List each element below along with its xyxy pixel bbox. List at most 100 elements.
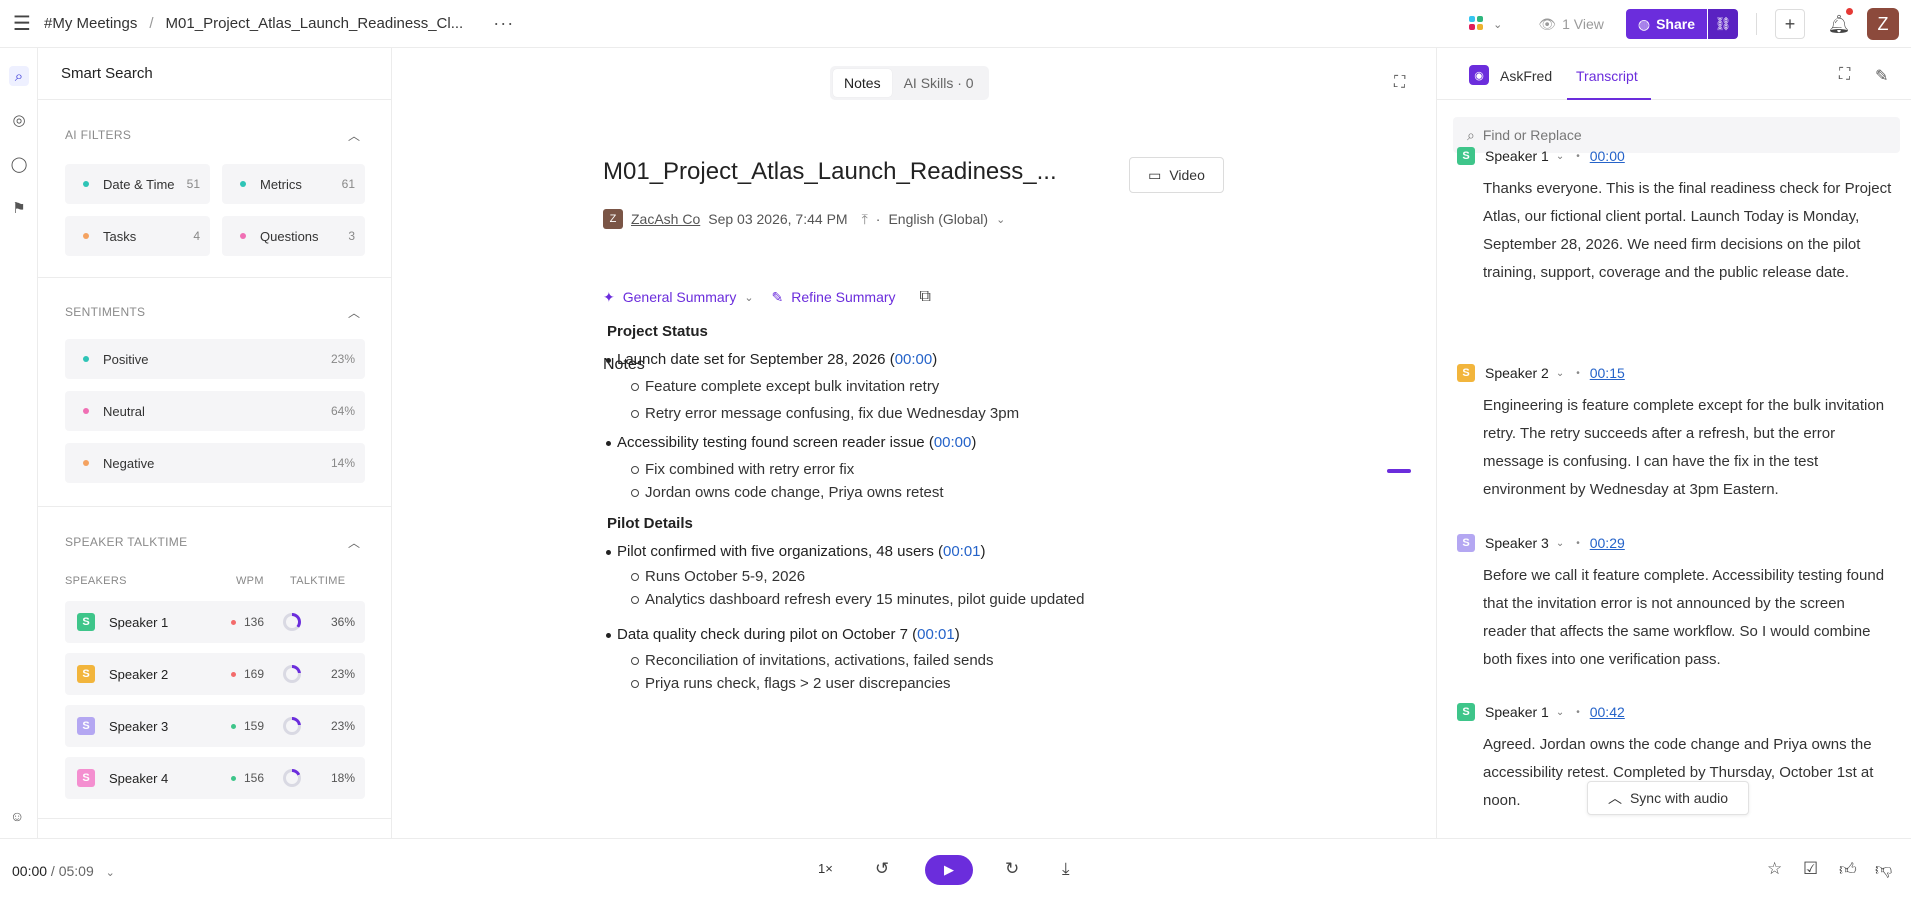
chevron-down-icon[interactable]: ⌄: [1556, 538, 1564, 549]
smiley-icon[interactable]: ☺: [10, 808, 24, 824]
sentiment-negative[interactable]: Negative 14%: [65, 443, 365, 483]
search-icon[interactable]: ⌕: [9, 66, 29, 86]
sentiment-dot: [83, 460, 89, 466]
fullscreen-icon[interactable]: ⛶: [1394, 74, 1405, 92]
copy-icon[interactable]: ⧉: [920, 288, 931, 306]
tab-transcript[interactable]: Transcript: [1576, 68, 1638, 84]
download-icon[interactable]: ⤓: [1062, 859, 1070, 879]
speaker-name[interactable]: Speaker 1: [1485, 704, 1549, 720]
copy-link-button[interactable]: ⛓: [1708, 9, 1738, 39]
note-bullet: Accessibility testing found screen reade…: [605, 434, 977, 451]
chevron-down-icon: ⌄: [1493, 18, 1503, 31]
note-subbullet: Analytics dashboard refresh every 15 min…: [630, 591, 1085, 608]
tab-ai-skills[interactable]: AI Skills · 0: [892, 75, 986, 91]
fullscreen-icon[interactable]: ⛶: [1839, 66, 1850, 84]
more-options-icon[interactable]: ···: [493, 13, 514, 34]
summary-toolbar: ✦ General Summary ⌄ ✎ Refine Summary ⧉: [603, 288, 931, 306]
company-link[interactable]: ZacAsh Co: [631, 211, 700, 227]
filter-chip-metrics[interactable]: Metrics 61: [222, 164, 365, 204]
speaker-name: Speaker 3: [109, 718, 169, 734]
meeting-title[interactable]: M01_Project_Atlas_Launch_Readiness_...: [603, 158, 1057, 186]
speaker-name[interactable]: Speaker 3: [1485, 535, 1549, 551]
collapse-talktime-icon[interactable]: ︿: [348, 534, 360, 551]
forward-icon[interactable]: ↻: [1005, 859, 1019, 879]
audio-player: 00:00 / 05:09 ⌄ 1× ↺ ▶ ↻ ⤓ ☆ ☑ 👍︎ 👎︎: [0, 838, 1911, 901]
edit-icon[interactable]: ✎: [1875, 66, 1888, 86]
chevron-down-icon[interactable]: ⌄: [1556, 151, 1564, 162]
tab-notes[interactable]: Notes: [833, 69, 892, 97]
views-counter[interactable]: 👁 1 View: [1538, 16, 1604, 33]
notifications-button[interactable]: 🔔︎: [1827, 7, 1853, 35]
add-button[interactable]: +: [1775, 9, 1805, 39]
thumbs-up-icon[interactable]: 👍︎: [1839, 859, 1857, 880]
play-button[interactable]: ▶: [925, 855, 973, 885]
timestamp-link[interactable]: 00:15: [1590, 365, 1625, 381]
star-icon[interactable]: ☆: [1767, 859, 1782, 879]
speaker-badge: S: [77, 613, 95, 631]
speaker-row[interactable]: S Speaker 1 136 36%: [65, 601, 365, 643]
talktime-ring: [283, 665, 301, 683]
timestamp-link[interactable]: 00:01: [943, 543, 981, 560]
language-select[interactable]: English (Global): [888, 211, 988, 227]
talktime-value: 23%: [330, 719, 355, 733]
breadcrumb-workspace[interactable]: #My Meetings: [44, 15, 137, 32]
filter-chip-questions[interactable]: Questions 3: [222, 216, 365, 256]
chat-icon[interactable]: ◯: [9, 154, 29, 174]
collapse-sentiments-icon[interactable]: ︿: [348, 304, 360, 321]
bell-icon: 🔔︎: [1827, 13, 1851, 34]
video-button[interactable]: ▭ Video: [1129, 157, 1224, 193]
upload-icon[interactable]: ⤒: [862, 211, 868, 228]
timestamp-link[interactable]: 00:00: [895, 351, 933, 368]
speaker-name[interactable]: Speaker 2: [1485, 365, 1549, 381]
chevron-down-icon[interactable]: ⌄: [1556, 368, 1564, 379]
talktime-ring: [283, 717, 301, 735]
speaker-row[interactable]: S Speaker 3 159 23%: [65, 705, 365, 747]
filter-chip-date-time[interactable]: Date & Time 51: [65, 164, 210, 204]
timestamp-link[interactable]: 00:00: [1590, 148, 1625, 164]
chevron-down-icon[interactable]: ⌄: [1556, 707, 1564, 718]
talktime-value: 18%: [330, 771, 355, 785]
filter-count: 4: [193, 229, 200, 243]
turn-header: S Speaker 1 ⌄ • 00:00: [1457, 147, 1892, 165]
transcript-panel: ◉ AskFred Transcript ⛶ ✎ ⌕ Find or Repla…: [1436, 48, 1911, 838]
sentiment-neutral[interactable]: Neutral 64%: [65, 391, 365, 431]
filter-chip-tasks[interactable]: Tasks 4: [65, 216, 210, 256]
turn-text: Thanks everyone. This is the final readi…: [1483, 180, 1892, 281]
turn-header: S Speaker 1 ⌄ • 00:42: [1457, 703, 1892, 721]
playback-speed-button[interactable]: 1×: [818, 861, 833, 876]
refine-summary-button[interactable]: Refine Summary: [791, 289, 895, 305]
bullet-close: ): [971, 434, 977, 451]
tab-askfred[interactable]: AskFred: [1500, 68, 1552, 84]
share-button[interactable]: ◍ Share: [1625, 9, 1707, 39]
general-summary-dropdown[interactable]: General Summary: [623, 289, 737, 305]
checkbox-icon[interactable]: ☑: [1803, 859, 1818, 879]
filter-label: Tasks: [103, 228, 137, 244]
speaker-name[interactable]: Speaker 1: [1485, 148, 1549, 164]
sync-with-audio-button[interactable]: ︿ Sync with audio: [1587, 781, 1749, 815]
user-avatar[interactable]: Z: [1867, 8, 1899, 40]
timestamp-link[interactable]: 00:29: [1590, 535, 1625, 551]
share-label: Share: [1656, 16, 1695, 32]
slack-integration-button[interactable]: ⌄: [1469, 16, 1502, 32]
bookmark-icon[interactable]: ⚑: [9, 198, 29, 218]
playback-time[interactable]: 00:00 / 05:09 ⌄: [12, 863, 115, 879]
meeting-meta: Z ZacAsh Co Sep 03 2026, 7:44 PM ⤒ · Eng…: [603, 209, 1005, 229]
speaker-row[interactable]: S Speaker 4 156 18%: [65, 757, 365, 799]
sentiment-dot: [83, 356, 89, 362]
scroll-indicator[interactable]: [1387, 469, 1411, 473]
rewind-icon[interactable]: ↺: [875, 859, 889, 879]
soundwave-icon[interactable]: ◎: [9, 110, 29, 130]
sentiment-positive[interactable]: Positive 23%: [65, 339, 365, 379]
timestamp-link[interactable]: 00:00: [934, 434, 972, 451]
speaker-name: Speaker 1: [109, 614, 169, 630]
timestamp-link[interactable]: 00:42: [1590, 704, 1625, 720]
timestamp-link[interactable]: 00:01: [917, 626, 955, 643]
chevron-down-icon: ⌄: [996, 213, 1006, 226]
breadcrumb-meeting[interactable]: M01_Project_Atlas_Launch_Readiness_Cl...: [166, 15, 464, 32]
speaker-row[interactable]: S Speaker 2 169 23%: [65, 653, 365, 695]
section-heading: Pilot Details: [607, 515, 693, 532]
menu-icon[interactable]: ☰: [0, 11, 44, 36]
collapse-ai-filters-icon[interactable]: ︿: [348, 127, 360, 144]
smart-search-header[interactable]: Smart Search: [38, 48, 391, 100]
thumbs-down-icon[interactable]: 👎︎: [1875, 859, 1892, 880]
